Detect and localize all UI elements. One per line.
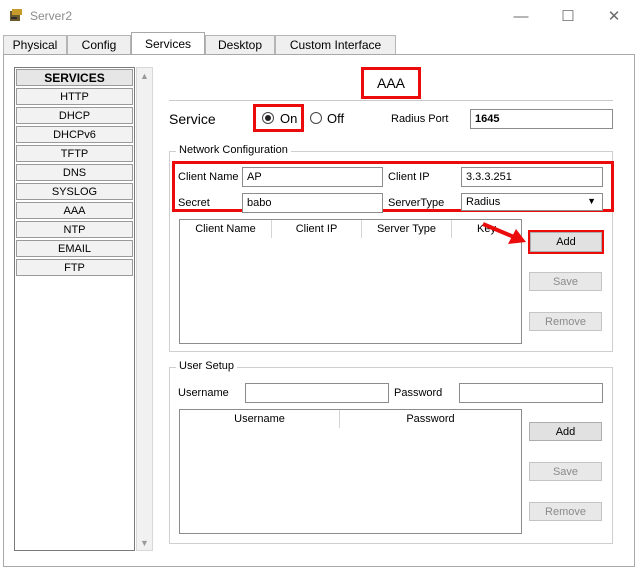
service-item-dhcpv6[interactable]: DHCPv6 xyxy=(16,126,133,143)
password-label: Password xyxy=(394,387,443,399)
service-item-aaa[interactable]: AAA xyxy=(16,202,133,219)
title-bar xyxy=(0,0,638,32)
scroll-up-icon[interactable]: ▲ xyxy=(137,68,152,83)
client-name-label: Client Name xyxy=(178,171,239,183)
network-configuration-title: Network Configuration xyxy=(176,144,291,156)
tab-label: Services xyxy=(144,37,191,51)
server-type-value: Radius xyxy=(466,196,501,208)
page-title: AAA xyxy=(361,67,421,99)
tab-physical[interactable]: Physical xyxy=(3,35,67,54)
radius-port-input[interactable]: 1645 xyxy=(470,109,613,129)
pointer-arrow-icon xyxy=(482,222,526,244)
client-name-input[interactable]: AP xyxy=(242,167,383,187)
user-setup-title: User Setup xyxy=(176,360,238,372)
service-item-syslog[interactable]: SYSLOG xyxy=(16,183,133,200)
remove-user-button[interactable]: Remove xyxy=(529,502,602,521)
secret-label: Secret xyxy=(178,197,210,209)
tab-label: Custom Interface xyxy=(289,38,382,52)
scroll-down-icon[interactable]: ▼ xyxy=(137,535,152,550)
save-client-button[interactable]: Save xyxy=(529,272,602,291)
tab-config[interactable]: Config xyxy=(67,35,131,54)
services-header: SERVICES xyxy=(16,69,133,86)
add-user-button[interactable]: Add xyxy=(529,422,602,441)
window-title: Server2 xyxy=(30,9,73,23)
service-item-tftp[interactable]: TFTP xyxy=(16,145,133,162)
maximize-button[interactable]: ☐ xyxy=(553,4,583,28)
secret-input[interactable]: babo xyxy=(242,193,383,213)
maximize-icon: ☐ xyxy=(561,8,575,25)
tab-label: Config xyxy=(81,38,117,52)
server-type-label: ServerType xyxy=(388,197,445,209)
tab-desktop[interactable]: Desktop xyxy=(205,35,275,54)
column-password: Password xyxy=(406,413,455,425)
service-on-radio[interactable] xyxy=(262,112,274,124)
dropdown-arrow-icon: ▼ xyxy=(587,196,596,206)
title-divider xyxy=(169,100,613,101)
client-ip-input[interactable]: 3.3.3.251 xyxy=(461,167,603,187)
service-label: Service xyxy=(169,111,216,127)
column-client-ip: Client IP xyxy=(272,220,362,238)
add-client-button[interactable]: Add xyxy=(530,232,602,252)
username-label: Username xyxy=(178,387,229,399)
save-user-button[interactable]: Save xyxy=(529,462,602,481)
server-type-select[interactable]: Radius ▼ xyxy=(461,193,603,211)
client-ip-label: Client IP xyxy=(388,171,430,183)
service-off-radio[interactable] xyxy=(310,112,322,124)
service-on-label: On xyxy=(280,111,298,126)
service-item-http[interactable]: HTTP xyxy=(16,88,133,105)
services-scrollbar[interactable] xyxy=(136,67,153,551)
service-off-label: Off xyxy=(327,111,345,126)
service-item-ntp[interactable]: NTP xyxy=(16,221,133,238)
service-item-dhcp[interactable]: DHCP xyxy=(16,107,133,124)
radius-port-label: Radius Port xyxy=(391,113,449,125)
username-input[interactable] xyxy=(245,383,389,403)
close-icon: ✕ xyxy=(607,8,621,25)
minimize-icon: — xyxy=(513,7,529,25)
tab-label: Physical xyxy=(12,38,58,52)
minimize-button[interactable]: — xyxy=(506,4,536,28)
server-app-icon xyxy=(10,9,22,21)
service-item-ftp[interactable]: FTP xyxy=(16,259,133,276)
users-table[interactable]: Username Password xyxy=(179,409,522,534)
service-item-email[interactable]: EMAIL xyxy=(16,240,133,257)
column-client-name: Client Name xyxy=(180,220,272,238)
service-item-dns[interactable]: DNS xyxy=(16,164,133,181)
tab-label: Desktop xyxy=(217,38,263,52)
remove-client-button[interactable]: Remove xyxy=(529,312,602,331)
column-server-type: Server Type xyxy=(362,220,452,238)
password-input[interactable] xyxy=(459,383,603,403)
clients-table[interactable]: Client Name Client IP Server Type Key xyxy=(179,219,522,344)
tab-services[interactable]: Services xyxy=(131,32,205,55)
column-username: Username xyxy=(180,410,340,428)
close-button[interactable]: ✕ xyxy=(599,4,629,28)
tab-custom-interface[interactable]: Custom Interface xyxy=(275,35,396,54)
